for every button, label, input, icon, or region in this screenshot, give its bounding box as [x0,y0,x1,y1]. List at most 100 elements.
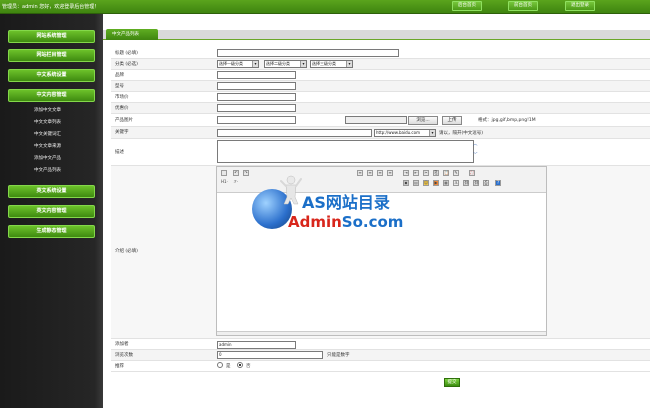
model-label: 型号 [115,84,124,89]
print-icon[interactable]: ⎙ [483,180,489,186]
undo-icon[interactable]: ↶ [233,170,239,176]
description-textarea[interactable] [217,140,474,163]
table-icon[interactable]: ▦ [443,180,449,186]
row-model: 型号 [111,81,650,92]
category-level1-value: 选择一级分类 [219,61,243,66]
link-icon[interactable]: ⛓ [463,180,469,186]
file-path-field[interactable] [345,116,407,124]
sidebar-item-en-settings[interactable]: 英文系统设置 [8,185,95,198]
title-label: 标题 (必填) [115,51,138,56]
chevron-down-icon: ▾ [429,130,435,136]
format-hint: 格式：jpg,gif,bmp,png!1M [478,118,536,123]
category-level3-value: 选择三级分类 [312,61,336,66]
adminso-watermark-logo: AS网站目录 AdminSo.com [252,175,422,245]
sidebar-sub-keywords[interactable]: 中文关键词汇 [34,131,61,137]
keywords-select[interactable]: http://www.baidu.com ▾ [374,129,436,137]
chevron-down-icon[interactable]: ﹀ [473,152,478,158]
help-icon[interactable]: ? [495,180,501,186]
media-icon[interactable]: ▶ [433,180,439,186]
unlink-icon[interactable]: ⛓ [473,180,479,186]
sale-price-label: 优惠价 [115,106,129,111]
category-label: 分类 (必选) [115,62,138,67]
title-input[interactable] [217,49,399,57]
editor-resize-bar[interactable] [217,331,546,335]
author-label: 添加者 [115,342,129,347]
radio-yes-label: 是 [226,364,231,369]
sidebar-item-column-manage[interactable]: 网站栏目管理 [8,49,95,62]
format-brush-icon[interactable]: ✎ [453,170,459,176]
keywords-select-value: http://www.baidu.com [376,130,420,135]
top-bar: 管理员：admin 您好，欢迎登录后台管理！ 后台首页 前台首页 退出登录 [0,0,650,14]
emoticon-icon[interactable]: ☺ [423,180,429,186]
sidebar-item-static-gen[interactable]: 生成静态管理 [8,225,95,238]
chevron-up-icon[interactable]: ︿ [473,141,478,147]
sidebar-item-cn-content[interactable]: 中文内容管理 [8,89,95,102]
sidebar-sub-sources[interactable]: 中文文章来源 [34,143,61,149]
category-level2-value: 选择二级分类 [266,61,290,66]
row-recommend: 推荐 是 否 [111,361,650,372]
row-author: 添加者 admin [111,340,650,350]
anchor-icon[interactable]: ⚓ [453,180,459,186]
tab-product-list[interactable]: 中文产品列表 [106,29,158,40]
sidebar-item-site-system[interactable]: 网站系统管理 [8,30,95,43]
image-path-input[interactable] [217,116,296,124]
brand-label: 品牌 [115,73,124,78]
views-input[interactable]: 0 [217,351,323,359]
redo-icon[interactable]: ↷ [243,170,249,176]
keywords-hint: 请以，隔开(中文逗号) [439,131,484,136]
row-title: 标题 (必填) [111,48,650,59]
row-image: 产品图片 浏览... 上传 格式：jpg,gif,bmp,png!1M [111,114,650,127]
sidebar-sub-article-list[interactable]: 中文文章列表 [34,119,61,125]
row-views: 浏览次数 0 只能是数字 [111,350,650,361]
row-description: 描述 ︿ ﹀ [111,139,650,166]
font-icon[interactable]: ℱ· [233,180,239,186]
market-price-label: 市场价 [115,95,129,100]
watermark-sub-blue: So.com [341,213,404,231]
radio-no-label: 否 [246,364,251,369]
sidebar-sub-add-article[interactable]: 添加中文文章 [34,107,61,113]
row-sale-price: 优惠价 [111,103,650,114]
radio-yes-option[interactable] [217,362,223,368]
watermark-title: AS网站目录 [302,193,390,212]
sale-price-input[interactable] [217,104,296,112]
copy-icon[interactable]: ⎘ [433,170,439,176]
welcome-text: 管理员：admin 您好，欢迎登录后台管理！ [2,4,100,10]
category-level3-select[interactable]: 选择三级分类 ▾ [310,60,353,68]
description-label: 描述 [115,150,124,155]
row-market-price: 市场价 [111,92,650,103]
chevron-down-icon: ▾ [300,61,306,67]
frontend-home-link[interactable]: 前台首页 [508,1,538,11]
keywords-input[interactable] [217,129,372,137]
submit-button[interactable]: 提交 [444,378,460,387]
views-label: 浏览次数 [115,353,133,358]
tab-strip [103,30,650,40]
chevron-down-icon: ▾ [346,61,352,67]
watermark-subtitle: AdminSo.com [288,213,403,231]
brand-input[interactable] [217,71,296,79]
fullscreen-icon[interactable]: ⛶ [469,170,475,176]
author-input[interactable]: admin [217,341,296,349]
radio-no-option[interactable] [237,362,243,368]
category-level2-select[interactable]: 选择二级分类 ▾ [264,60,307,68]
sidebar-sub-product-list[interactable]: 中文产品列表 [34,167,61,173]
source-icon[interactable] [221,170,227,176]
image-label: 产品图片 [115,118,133,123]
watermark-sub-red: Admin [288,213,342,231]
paste-icon[interactable]: 📋 [443,170,449,176]
market-price-input[interactable] [217,93,296,101]
intro-label: 介绍 (必填) [115,249,138,254]
views-hint: 只能是数字 [327,353,350,358]
sidebar-item-cn-settings[interactable]: 中文系统设置 [8,69,95,82]
row-keywords: 关键字 http://www.baidu.com ▾ 请以，隔开(中文逗号) [111,127,650,139]
category-level1-select[interactable]: 选择一级分类 ▾ [217,60,259,68]
sidebar-sub-add-product[interactable]: 添加中文产品 [34,155,61,161]
browse-button[interactable]: 浏览... [408,116,438,125]
sidebar-item-en-content[interactable]: 英文内容管理 [8,205,95,218]
cut-icon[interactable]: ✂ [423,170,429,176]
model-input[interactable] [217,82,296,90]
logout-link[interactable]: 退出登录 [565,1,595,11]
heading-icon[interactable]: H1· [221,180,228,186]
recommend-label: 推荐 [115,364,124,369]
upload-button[interactable]: 上传 [442,116,462,125]
backend-home-link[interactable]: 后台首页 [452,1,482,11]
